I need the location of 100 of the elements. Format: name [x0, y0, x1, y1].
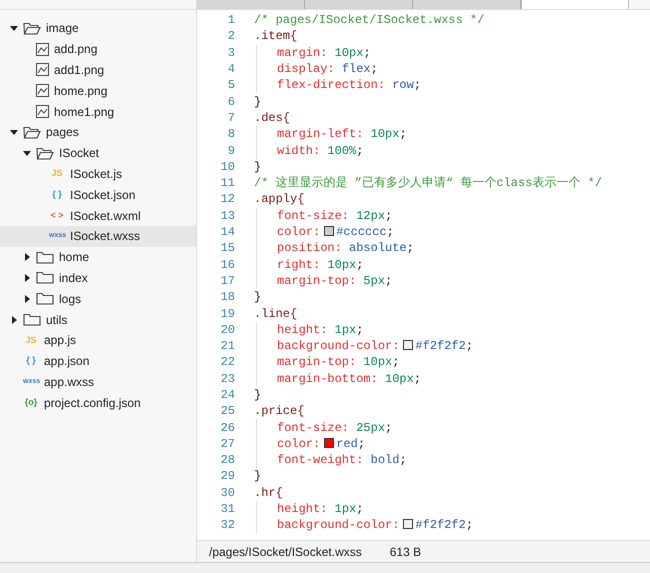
code-line: .des{: [254, 110, 290, 127]
image-file-icon: [36, 42, 49, 56]
tree-item[interactable]: home1.png: [0, 101, 196, 122]
expand-caret-icon[interactable]: [23, 253, 31, 262]
line-number: 21: [220, 338, 235, 356]
code-line: }: [254, 94, 262, 111]
file-name: index: [59, 270, 88, 287]
code-line: /* 这里显示的是 ”已有多少人申请“ 每一个class表示一个 */: [254, 175, 602, 192]
code-line: font-size: 12px;: [277, 208, 392, 225]
file-size: 613 B: [390, 544, 422, 560]
line-number: 17: [220, 272, 235, 290]
tree-item[interactable]: {o} project.config.json: [0, 392, 196, 414]
line-number: 3: [226, 44, 235, 62]
tree-item[interactable]: { } ISocket.json: [0, 184, 196, 206]
file-name: app.wxss: [44, 374, 94, 391]
code-line: background-color: #f2f2f2;: [277, 517, 474, 534]
tree-item[interactable]: pages: [0, 122, 196, 143]
line-number: 18: [220, 289, 235, 306]
expand-caret-icon[interactable]: [10, 316, 18, 324]
file-name: home: [59, 249, 90, 266]
folder-icon: [23, 313, 41, 326]
tree-item[interactable]: JS ISocket.js: [0, 164, 196, 184]
code-line: position: absolute;: [277, 240, 414, 258]
expand-caret-icon[interactable]: [23, 294, 31, 303]
line-number: 19: [220, 306, 235, 322]
file-name: project.config.json: [44, 394, 141, 412]
image-file-icon: [36, 63, 49, 76]
code-line: }: [254, 158, 262, 176]
tree-item[interactable]: JS app.js: [0, 330, 196, 351]
code-line: width: 100%;: [277, 142, 364, 160]
line-number: 28: [220, 452, 235, 470]
line-number: 7: [226, 110, 235, 127]
file-name: add1.png: [54, 62, 104, 79]
line-number: 16: [220, 256, 235, 274]
file-type-icon: { }: [49, 188, 65, 202]
file-name: ISocket.json: [70, 186, 136, 204]
file-name: image: [46, 20, 79, 38]
line-number: 10: [220, 158, 235, 176]
line-number: 23: [220, 370, 235, 388]
code-line: color: #cccccc;: [277, 224, 394, 242]
tree-item[interactable]: logs: [0, 288, 196, 310]
image-file-icon: [36, 84, 49, 98]
file-name: ISocket: [59, 145, 100, 162]
tree-item[interactable]: add1.png: [0, 60, 196, 80]
file-type-icon: JS: [23, 334, 39, 348]
collapse-caret-icon[interactable]: [10, 128, 18, 136]
code-line: }: [254, 289, 262, 306]
line-number: 24: [220, 386, 235, 404]
code-line: color: red;: [277, 436, 366, 453]
code-line: .apply{: [254, 191, 304, 208]
code-line: }: [254, 386, 262, 404]
line-number: 31: [220, 501, 235, 518]
code-line: right: 10px;: [277, 256, 364, 274]
file-name: add.png: [54, 41, 98, 58]
code-line: .hr{: [254, 484, 283, 502]
file-name: home.png: [54, 82, 108, 100]
file-name: ISocket.wxml: [70, 208, 141, 225]
code-line: flex-direction: row;: [277, 77, 422, 94]
file-name: utils: [46, 312, 68, 329]
file-name: logs: [59, 290, 82, 308]
code-line: }: [254, 468, 262, 486]
file-name: home1.png: [54, 104, 114, 121]
tree-item[interactable]: home.png: [0, 80, 196, 102]
file-name: ISocket.js: [70, 166, 122, 183]
tree-item[interactable]: { } app.json: [0, 350, 196, 372]
line-number: 8: [226, 126, 235, 144]
line-number: 14: [220, 224, 235, 242]
line-number: 26: [220, 420, 235, 437]
tree-item[interactable]: < > ISocket.wxml: [0, 205, 196, 226]
code-line: margin-left: 10px;: [277, 126, 407, 144]
code-line: height: 1px;: [277, 322, 364, 339]
line-number: 27: [220, 436, 235, 453]
tree-item[interactable]: utils: [0, 309, 196, 330]
folder-icon: [23, 22, 41, 35]
file-name: pages: [46, 124, 79, 142]
tree-item[interactable]: home: [0, 246, 196, 268]
line-number: 13: [220, 208, 235, 225]
tree-item[interactable]: ISocket: [0, 142, 196, 164]
tree-item[interactable]: image: [0, 18, 196, 39]
file-type-icon: < >: [49, 208, 65, 222]
line-number: 2: [226, 28, 235, 46]
code-line: height: 1px;: [277, 501, 364, 518]
code-line: /* pages/ISocket/ISocket.wxss */: [254, 12, 484, 30]
collapse-caret-icon[interactable]: [23, 149, 31, 158]
folder-icon: [36, 250, 54, 264]
code-line: .line{: [254, 306, 298, 322]
tree-item[interactable]: index: [0, 268, 196, 288]
line-number: 25: [220, 403, 235, 420]
code-line: margin: 10px;: [277, 44, 371, 62]
line-number: 22: [220, 354, 235, 372]
code-line: font-size: 25px;: [277, 420, 392, 437]
expand-caret-icon[interactable]: [23, 274, 31, 282]
code-line: margin-top: 10px;: [277, 354, 400, 372]
file-type-icon: { }: [23, 354, 39, 368]
folder-icon: [36, 146, 54, 160]
collapse-caret-icon[interactable]: [10, 24, 18, 32]
code-line: .item{: [254, 28, 298, 46]
line-number: 5: [226, 77, 235, 94]
line-number: 11: [220, 175, 235, 192]
tree-item[interactable]: add.png: [0, 38, 196, 60]
